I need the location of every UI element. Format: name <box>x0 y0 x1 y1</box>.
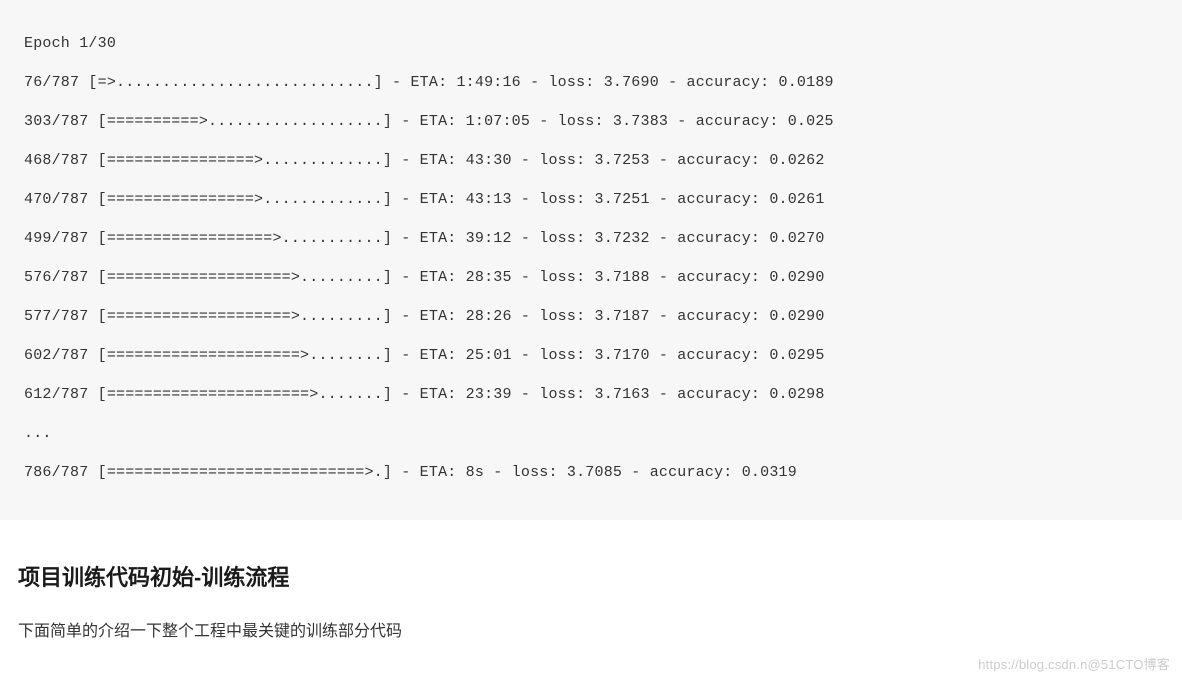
code-line: ... <box>24 425 52 442</box>
code-line: 303/787 [==========>...................]… <box>24 113 834 130</box>
code-line: 602/787 [=====================>........]… <box>24 347 825 364</box>
code-line: 76/787 [=>............................] … <box>24 74 834 91</box>
body-paragraph: 下面简单的介绍一下整个工程中最关键的训练部分代码 <box>18 618 1182 647</box>
code-line: Epoch 1/30 <box>24 35 116 52</box>
code-output-block: Epoch 1/30 76/787 [=>...................… <box>0 0 1182 520</box>
code-line: 577/787 [====================>.........]… <box>24 308 825 325</box>
code-line: 786/787 [============================>.]… <box>24 464 797 481</box>
code-line: 612/787 [======================>.......]… <box>24 386 825 403</box>
watermark-text: https://blog.csdn.n@51CTO博客 <box>978 654 1170 673</box>
code-line: 576/787 [====================>.........]… <box>24 269 825 286</box>
section-heading: 项目训练代码初始-训练流程 <box>18 560 1182 592</box>
training-log-text: Epoch 1/30 76/787 [=>...................… <box>24 24 1158 492</box>
code-line: 499/787 [==================>...........]… <box>24 230 825 247</box>
code-line: 470/787 [================>.............]… <box>24 191 825 208</box>
code-line: 468/787 [================>.............]… <box>24 152 825 169</box>
